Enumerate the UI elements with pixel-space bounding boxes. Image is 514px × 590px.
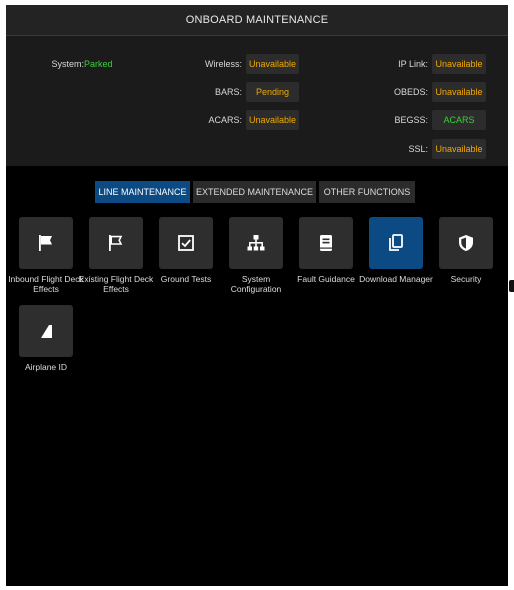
obeds-status-badge: Unavailable	[432, 82, 486, 102]
status-panel: System: Parked Wireless: Unavailable BAR…	[6, 36, 508, 166]
obeds-status-value: Unavailable	[435, 87, 483, 97]
bars-status-badge: Pending	[246, 82, 299, 102]
maintenance-tabs: LINE MAINTENANCE EXTENDED MAINTENANCE OT…	[6, 181, 508, 203]
ip-link-status-badge: Unavailable	[432, 54, 486, 74]
acars-status-label: ACARS:	[208, 115, 242, 125]
tile-label: Download Manager	[359, 274, 433, 284]
bars-status-label: BARS:	[214, 87, 242, 97]
checkbox-icon	[177, 234, 195, 252]
tile-button[interactable]	[369, 217, 423, 269]
obeds-status-label: OBEDS:	[393, 87, 428, 97]
existing-flight-deck-effects-button[interactable]: Existing Flight Deck Effects	[79, 217, 153, 294]
system-status-value: Parked	[84, 59, 113, 69]
side-panel-handle[interactable]	[509, 280, 514, 292]
inbound-flight-deck-effects-button[interactable]: Inbound Flight Deck Effects	[8, 217, 84, 294]
download-manager-button[interactable]: Download Manager	[359, 217, 433, 284]
begss-status-value: ACARS	[443, 115, 475, 125]
wireless-status-label: Wireless:	[204, 59, 242, 69]
tab-other-functions[interactable]: OTHER FUNCTIONS	[319, 181, 415, 203]
tab-label: LINE MAINTENANCE	[98, 187, 187, 197]
acars-status-badge: Unavailable	[246, 110, 299, 130]
tile-button[interactable]	[159, 217, 213, 269]
hierarchy-icon	[246, 233, 266, 253]
wireless-status-value: Unavailable	[248, 59, 297, 69]
tile-button[interactable]	[299, 217, 353, 269]
tile-button[interactable]	[439, 217, 493, 269]
tab-label: OTHER FUNCTIONS	[323, 187, 411, 197]
tile-label: Existing Flight Deck Effects	[78, 274, 154, 294]
tab-label: EXTENDED MAINTENANCE	[195, 187, 313, 197]
ground-tests-button[interactable]: Ground Tests	[159, 217, 213, 284]
tile-button[interactable]	[19, 217, 73, 269]
ssl-status-value: Unavailable	[435, 144, 483, 154]
filled-flag-icon	[36, 233, 56, 253]
tile-label: Fault Guidance	[297, 274, 355, 284]
system-status-label: System:	[51, 59, 84, 69]
airplane-tail-icon	[37, 322, 55, 340]
tile-button[interactable]	[89, 217, 143, 269]
copy-documents-icon	[387, 233, 405, 253]
page-title: ONBOARD MAINTENANCE	[6, 5, 508, 36]
begss-status-label: BEGSS:	[394, 115, 428, 125]
tile-label: System Configuration	[230, 274, 282, 294]
manual-book-icon	[317, 233, 335, 253]
bars-status-value: Pending	[255, 87, 290, 97]
begss-status-badge: ACARS	[432, 110, 486, 130]
system-configuration-button[interactable]: System Configuration	[229, 217, 283, 294]
acars-status-value: Unavailable	[248, 115, 297, 125]
airplane-id-button[interactable]: Airplane ID	[19, 305, 73, 372]
ip-link-status-label: IP Link:	[398, 59, 428, 69]
tile-button[interactable]	[19, 305, 73, 357]
tab-extended-maintenance[interactable]: EXTENDED MAINTENANCE	[193, 181, 316, 203]
tile-label: Airplane ID	[24, 362, 68, 372]
security-button[interactable]: Security	[439, 217, 493, 284]
shield-icon	[457, 233, 475, 253]
tab-line-maintenance[interactable]: LINE MAINTENANCE	[95, 181, 190, 203]
maintenance-screen: ONBOARD MAINTENANCE System: Parked Wirel…	[6, 5, 508, 586]
wireless-status-badge: Unavailable	[246, 54, 299, 74]
outline-flag-icon	[106, 233, 126, 253]
tile-label: Ground Tests	[160, 274, 212, 284]
ssl-status-label: SSL:	[408, 144, 428, 154]
ip-link-status-value: Unavailable	[435, 59, 483, 69]
tile-button[interactable]	[229, 217, 283, 269]
fault-guidance-button[interactable]: Fault Guidance	[297, 217, 355, 284]
tile-label: Inbound Flight Deck Effects	[8, 274, 84, 294]
ssl-status-badge: Unavailable	[432, 139, 486, 159]
page-title-text: ONBOARD MAINTENANCE	[185, 14, 329, 26]
tile-label: Security	[450, 274, 482, 284]
